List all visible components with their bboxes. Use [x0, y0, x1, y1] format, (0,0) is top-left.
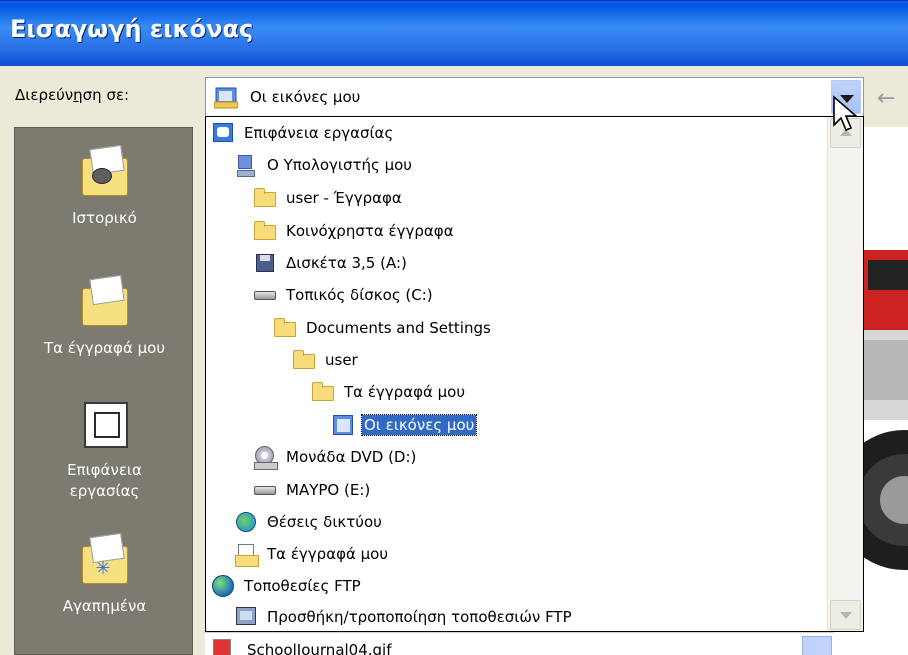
look-in-current-value: Οι εικόνες μου — [250, 88, 361, 106]
desktop-icon — [78, 400, 132, 452]
history-folder-icon — [78, 148, 132, 200]
folder-icon — [253, 186, 277, 210]
hard-drive-icon — [253, 283, 277, 307]
places-item-label: Επιφάνεια — [67, 461, 142, 479]
look-in-combobox[interactable]: Οι εικόνες μου — [205, 77, 864, 117]
places-item-label: Τα έγγραφά μου — [43, 339, 166, 357]
list-item[interactable]: Επιφάνεια εργασίας — [211, 117, 395, 149]
places-item-label: Ιστορικό — [72, 209, 137, 227]
floppy-drive-icon — [253, 251, 277, 275]
places-item-desktop[interactable]: Επιφάνεια εργασίας — [15, 400, 194, 502]
my-computer-icon — [234, 153, 258, 177]
file-name: SchoolJournal04.gif — [247, 641, 392, 655]
my-pictures-icon — [213, 86, 239, 114]
list-item[interactable]: Μονάδα DVD (D:) — [253, 441, 418, 473]
list-item-selected[interactable]: Οι εικόνες μου — [331, 409, 478, 441]
chevron-down-icon — [840, 612, 852, 619]
removable-drive-icon — [253, 478, 277, 502]
places-item-favorites[interactable]: ✳ Αγαπημένα — [15, 536, 194, 617]
scroll-down-button[interactable] — [830, 600, 861, 630]
window-title: Εισαγωγή εικόνας — [10, 15, 254, 43]
my-documents-icon — [234, 542, 259, 567]
places-bar: Ιστορικό Τα έγγραφά μου Επιφάνεια εργασί… — [14, 127, 193, 655]
my-pictures-icon — [331, 413, 355, 437]
network-places-icon — [234, 510, 258, 534]
desktop-icon — [211, 121, 235, 145]
ftp-locations-icon — [211, 574, 235, 598]
list-item[interactable]: Ο Υπολογιστής μου — [234, 149, 414, 181]
file-list-scroll-button[interactable] — [802, 636, 832, 655]
list-item[interactable]: Τα έγγραφά μου — [234, 538, 390, 570]
list-item[interactable]: Τα έγγραφά μου — [311, 376, 467, 408]
list-item[interactable]: user — [292, 344, 360, 376]
my-documents-folder-icon — [78, 278, 132, 330]
list-item[interactable]: Δισκέτα 3,5 (A:) — [253, 247, 409, 279]
mouse-pointer-icon — [833, 95, 859, 132]
places-item-my-documents[interactable]: Τα έγγραφά μου — [15, 278, 194, 359]
look-in-dropdown-list: Επιφάνεια εργασίας Ο Υπολογιστής μου use… — [205, 116, 864, 632]
list-item[interactable]: Κοινόχρηστα έγγραφα — [253, 215, 456, 247]
look-in-label: Διερεύνηση σε: — [15, 86, 130, 104]
places-item-history[interactable]: Ιστορικό — [15, 148, 194, 229]
list-item[interactable]: Προσθήκη/τροποποίηση τοποθεσιών FTP — [234, 601, 574, 631]
places-item-label: Αγαπημένα — [62, 597, 147, 615]
back-arrow-icon[interactable]: ← — [877, 86, 895, 111]
title-bar[interactable]: Εισαγωγή εικόνας — [0, 0, 908, 66]
favorites-folder-icon: ✳ — [78, 536, 132, 588]
folder-icon — [311, 380, 335, 404]
list-item[interactable]: user - Έγγραφα — [253, 182, 404, 214]
places-item-label: εργασίας — [69, 482, 140, 500]
dropdown-scrollbar[interactable] — [827, 117, 863, 631]
folder-icon — [292, 348, 316, 372]
gif-file-icon — [213, 639, 231, 655]
file-list-row[interactable]: SchoolJournal04.gif — [205, 632, 834, 655]
folder-icon — [273, 316, 297, 340]
add-ftp-icon — [234, 605, 258, 629]
list-item[interactable]: ΜΑΥΡΟ (E:) — [253, 474, 372, 506]
dvd-drive-icon — [253, 445, 278, 470]
list-item[interactable]: Documents and Settings — [273, 312, 493, 344]
folder-icon — [253, 219, 277, 243]
list-item[interactable]: Τοπικός δίσκος (C:) — [253, 279, 435, 311]
list-item[interactable]: Τοποθεσίες FTP — [211, 570, 363, 602]
list-item[interactable]: Θέσεις δικτύου — [234, 506, 384, 538]
